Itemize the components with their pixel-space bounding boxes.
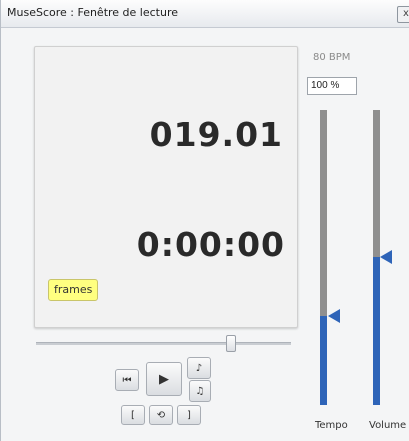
volume-label: Volume: [369, 420, 407, 431]
position-slider-handle[interactable]: [226, 335, 236, 352]
bpm-label: 80 BPM: [313, 52, 351, 63]
playback-display: 019.01 0:00:00 frames: [34, 46, 298, 328]
loop-out-icon: ]: [187, 409, 191, 421]
volume-slider-fill: [373, 257, 380, 405]
loop-in-button[interactable]: [: [121, 405, 145, 425]
time-mode-toggle[interactable]: frames: [48, 279, 99, 301]
loop-in-icon: [: [131, 409, 135, 421]
tempo-slider-fill: [320, 316, 327, 405]
play-panel-window: MuseScore : Fenêtre de lecture x 019.01 …: [0, 0, 409, 441]
loop-out-button[interactable]: ]: [177, 405, 201, 425]
rewind-icon: ⏮: [122, 374, 132, 386]
volume-slider-handle[interactable]: [380, 250, 392, 264]
note-icon: ♫: [195, 385, 205, 397]
loop-toggle-button[interactable]: ⟲: [149, 405, 173, 425]
position-slider-track[interactable]: [36, 342, 291, 345]
measure-counter: 019.01: [149, 115, 283, 154]
tempo-percent-input[interactable]: [307, 77, 357, 95]
title-bar[interactable]: MuseScore : Fenêtre de lecture x: [1, 0, 409, 28]
loop-icon: ⟲: [156, 409, 166, 421]
count-in-button[interactable]: ♫: [189, 380, 211, 402]
play-icon: ▶: [159, 371, 169, 387]
rewind-button[interactable]: ⏮: [115, 369, 139, 391]
time-counter: 0:00:00: [136, 225, 285, 264]
metronome-button[interactable]: ♪: [187, 357, 211, 379]
tempo-slider-handle[interactable]: [328, 309, 340, 323]
tempo-label: Tempo: [315, 420, 348, 431]
close-button[interactable]: x: [397, 6, 409, 23]
play-button[interactable]: ▶: [146, 362, 182, 396]
window-title: MuseScore : Fenêtre de lecture: [7, 6, 179, 19]
metronome-icon: ♪: [195, 362, 203, 374]
